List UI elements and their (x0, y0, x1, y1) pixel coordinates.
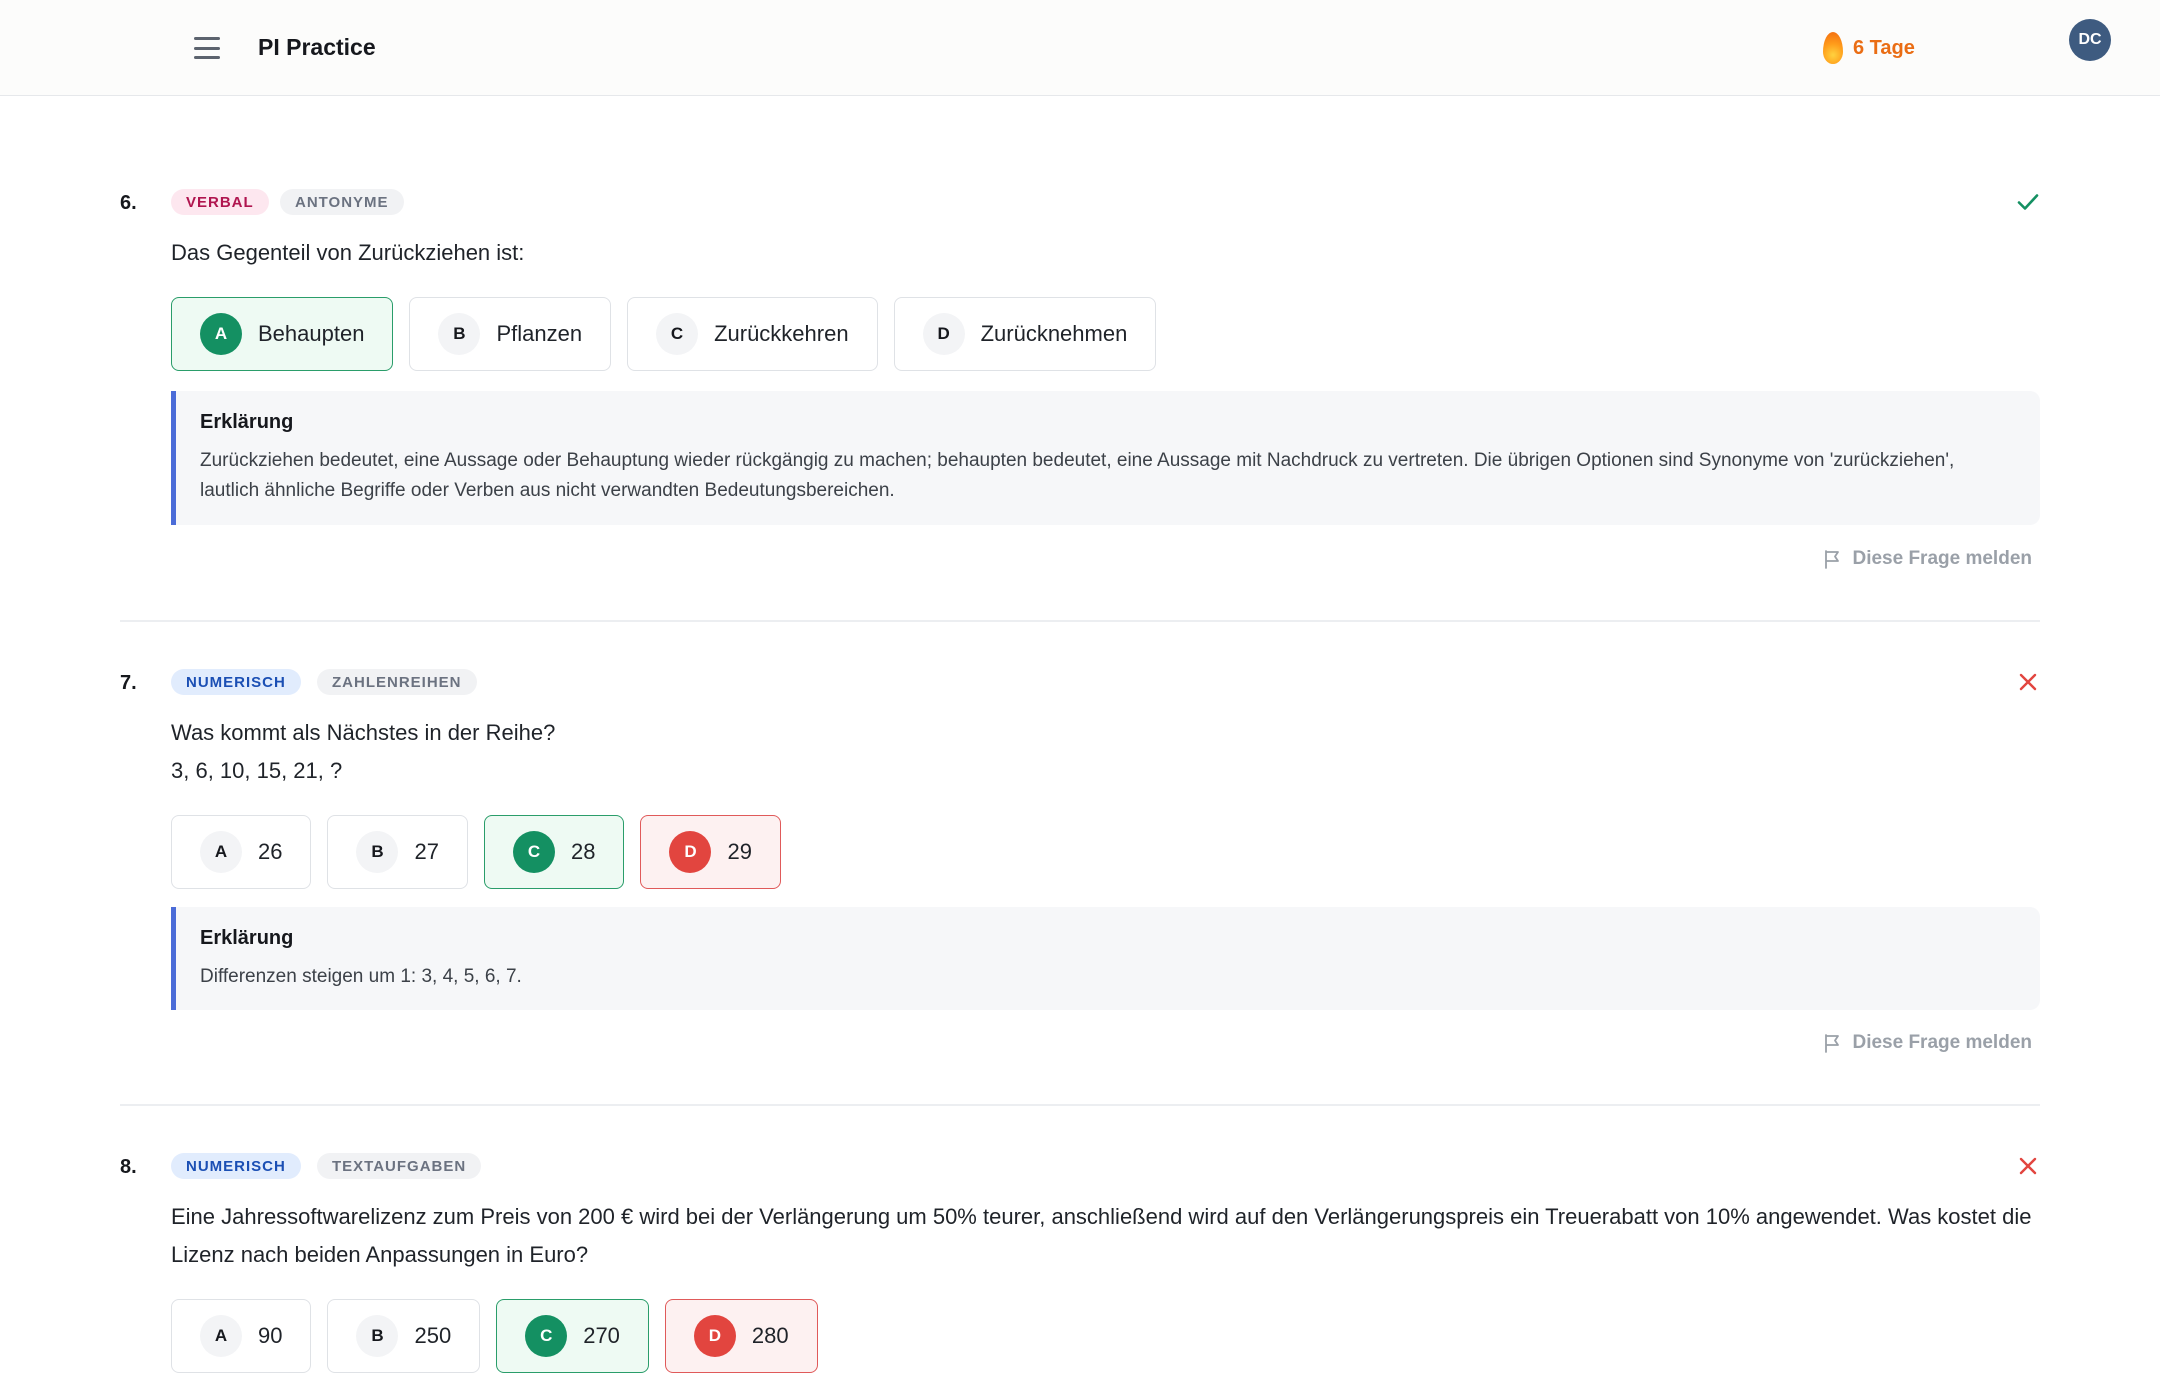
close-icon (2019, 673, 2037, 691)
question-number: 7. (120, 672, 137, 694)
answer-option-c[interactable]: C 28 (483, 815, 625, 889)
subcategory-tag: TEXTAUFGABEN (317, 1153, 482, 1179)
report-question-button[interactable]: Diese Frage melden (1824, 548, 2032, 570)
question-text-line: Das Gegenteil von Zurückziehen ist: (171, 240, 525, 265)
question-text-line: Eine Jahressoftwarelizenz zum Preis von … (171, 1204, 2032, 1267)
question-text-line: 3, 6, 10, 15, 21, ? (171, 758, 343, 783)
answer-option-d[interactable]: D Zurücknehmen (893, 297, 1157, 371)
option-label: 280 (751, 1323, 789, 1348)
answer-options: A 26 B 27 C 28 D 29 (171, 815, 781, 889)
menu-icon[interactable] (190, 34, 224, 62)
option-label: 29 (727, 839, 752, 864)
subcategory-tag: ANTONYME (280, 189, 404, 215)
option-label: 90 (258, 1323, 283, 1348)
option-letter: A (200, 313, 242, 355)
option-letter: D (669, 831, 712, 873)
answer-option-a[interactable]: A 26 (171, 815, 312, 889)
option-letter: A (200, 1315, 242, 1357)
flame-icon (1823, 32, 1843, 64)
app-title: PI Practice (258, 34, 376, 60)
report-label: Diese Frage melden (1852, 1032, 2032, 1053)
explanation-title: Erklärung (200, 411, 294, 433)
answer-option-b[interactable]: B 250 (327, 1299, 481, 1373)
question-card: 6. VERBAL ANTONYME Das Gegenteil von Zur… (120, 189, 2040, 569)
explanation-title: Erklärung (200, 927, 294, 949)
question-number: 6. (120, 192, 137, 214)
option-label: 28 (570, 839, 596, 864)
streak-label: 6 Tage (1853, 36, 1915, 59)
option-label: Zurückkehren (714, 321, 849, 346)
answer-option-a[interactable]: A Behaupten (171, 297, 394, 371)
explanation-text: Zurückziehen bedeutet, eine Aussage oder… (200, 450, 1955, 501)
report-question-button[interactable]: Diese Frage melden (1824, 1032, 2032, 1054)
option-letter: B (356, 1315, 399, 1357)
answer-option-d[interactable]: D 29 (640, 815, 781, 889)
flag-icon (1825, 550, 1840, 569)
divider (120, 620, 2040, 622)
option-letter: D (922, 313, 965, 355)
option-letter: C (512, 831, 555, 873)
explanation-box: Erklärung Zurückziehen bedeutet, eine Au… (171, 391, 2040, 525)
option-label: 26 (258, 839, 283, 864)
close-icon (2019, 1157, 2037, 1175)
answer-options: A Behaupten B Pflanzen C Zurückkehren D … (171, 297, 1157, 371)
streak-indicator: 6 Tage (1823, 32, 1915, 64)
option-label: 250 (414, 1323, 452, 1348)
category-tag: NUMERISCH (171, 669, 301, 695)
report-label: Diese Frage melden (1852, 548, 2032, 569)
option-letter: C (656, 313, 699, 355)
option-letter: A (200, 831, 242, 873)
question-number: 8. (120, 1156, 137, 1178)
answer-option-d[interactable]: D 280 (664, 1299, 818, 1373)
question-text-line: Was kommt als Nächstes in der Reihe? (171, 720, 556, 745)
option-letter: D (693, 1315, 736, 1357)
divider (120, 1104, 2040, 1106)
answer-option-b[interactable]: B Pflanzen (409, 297, 612, 371)
option-label: Zurücknehmen (980, 321, 1128, 346)
option-label: Pflanzen (496, 321, 583, 346)
category-tag: NUMERISCH (171, 1153, 301, 1179)
option-label: 27 (414, 839, 439, 864)
category-tag: VERBAL (171, 189, 269, 215)
answer-option-a[interactable]: A 90 (171, 1299, 312, 1373)
check-icon (2017, 194, 2039, 210)
option-letter: B (356, 831, 399, 873)
answer-options: A 90 B 250 C 270 D 280 (171, 1299, 818, 1373)
option-label: 270 (583, 1323, 620, 1348)
question-text: Das Gegenteil von Zurückziehen ist: (171, 234, 524, 272)
option-label: Behaupten (258, 321, 365, 346)
flag-icon (1825, 1034, 1840, 1053)
question-text: Eine Jahressoftwarelizenz zum Preis von … (171, 1198, 2040, 1274)
question-card: 8. NUMERISCH TEXTAUFGABEN Eine Jahressof… (120, 1153, 2040, 1373)
explanation-box: Erklärung Differenzen steigen um 1: 3, 4… (171, 907, 2040, 1010)
answer-option-c[interactable]: C 270 (496, 1299, 649, 1373)
option-letter: B (438, 313, 481, 355)
answer-option-c[interactable]: C Zurückkehren (627, 297, 878, 371)
question-card: 7. NUMERISCH ZAHLENREIHEN Was kommt als … (120, 669, 2040, 1069)
explanation-text: Differenzen steigen um 1: 3, 4, 5, 6, 7. (200, 966, 522, 987)
answer-option-b[interactable]: B 27 (327, 815, 468, 889)
subcategory-tag: ZAHLENREIHEN (317, 669, 477, 695)
question-text: Was kommt als Nächstes in der Reihe? 3, … (171, 714, 555, 790)
option-letter: C (525, 1315, 568, 1357)
top-bar: PI Practice 6 Tage DC (0, 0, 2160, 96)
avatar[interactable]: DC (2069, 19, 2111, 61)
